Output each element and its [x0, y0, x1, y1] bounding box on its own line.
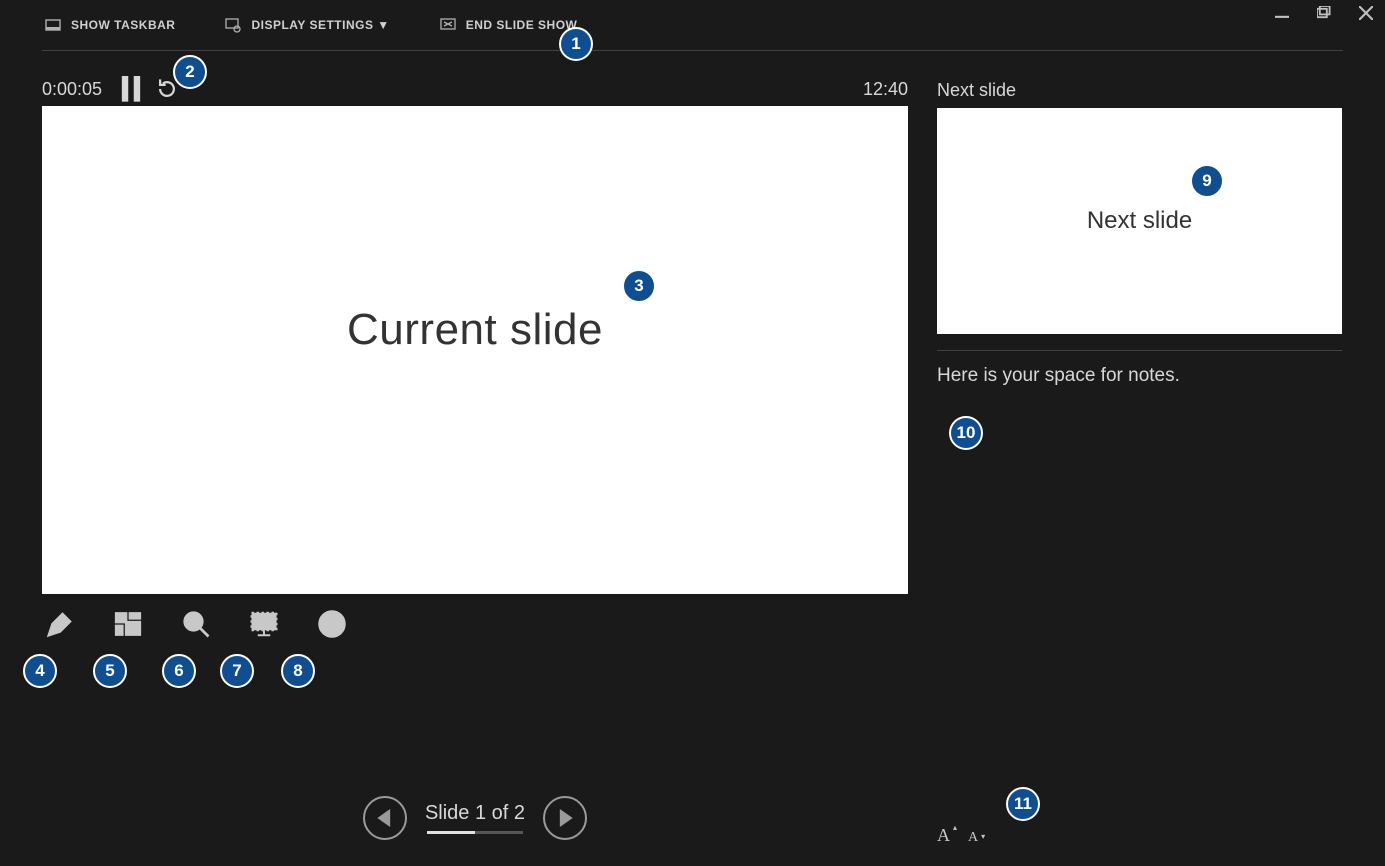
presenter-tools — [42, 606, 350, 642]
side-divider — [937, 350, 1342, 351]
next-slide-button[interactable] — [543, 796, 587, 840]
black-screen-button[interactable] — [246, 606, 282, 642]
previous-slide-button[interactable] — [363, 796, 407, 840]
slide-progress-fill — [427, 831, 475, 834]
more-options-button[interactable] — [314, 606, 350, 642]
end-slide-show-label: END SLIDE SHOW — [466, 18, 578, 32]
timer-row: 0:00:05 12:40 — [42, 78, 908, 100]
annotation-badge-4: 4 — [23, 654, 57, 688]
display-settings-label: DISPLAY SETTINGS ▼ — [251, 18, 389, 32]
notes-text-size-controls: A A — [937, 825, 978, 846]
elapsed-time: 0:00:05 — [42, 79, 102, 100]
annotation-badge-5: 5 — [93, 654, 127, 688]
restart-timer-button[interactable] — [156, 78, 178, 100]
notes-area[interactable]: Here is your space for notes. — [937, 365, 1342, 387]
toolbar-divider — [42, 50, 1343, 51]
slide-counter: Slide 1 of 2 — [425, 802, 525, 825]
top-toolbar: SHOW TASKBAR DISPLAY SETTINGS ▼ END SLID… — [0, 0, 1385, 50]
annotation-badge-10: 10 — [949, 416, 983, 450]
current-slide-title: Current slide — [347, 305, 603, 355]
zoom-button[interactable] — [178, 606, 214, 642]
see-all-slides-button[interactable] — [110, 606, 146, 642]
notes-text: Here is your space for notes. — [937, 365, 1180, 386]
current-slide-preview[interactable]: Current slide — [42, 106, 908, 594]
slide-counter-wrap: Slide 1 of 2 — [425, 802, 525, 834]
show-taskbar-button[interactable]: SHOW TASKBAR — [45, 17, 175, 33]
show-taskbar-label: SHOW TASKBAR — [71, 18, 175, 32]
annotation-badge-7: 7 — [220, 654, 254, 688]
annotation-badge-8: 8 — [281, 654, 315, 688]
decrease-text-size-button[interactable]: A — [968, 830, 978, 846]
annotation-badge-11: 11 — [1006, 787, 1040, 821]
increase-text-size-button[interactable]: A — [937, 825, 950, 846]
display-settings-button[interactable]: DISPLAY SETTINGS ▼ — [225, 17, 389, 33]
next-slide-preview[interactable]: Next slide — [937, 108, 1342, 334]
pen-tool-button[interactable] — [42, 606, 78, 642]
end-slide-show-button[interactable]: END SLIDE SHOW — [440, 17, 578, 33]
annotation-badge-6: 6 — [162, 654, 196, 688]
pause-button[interactable] — [120, 78, 142, 100]
next-slide-label: Next slide — [937, 80, 1016, 101]
slide-progress — [427, 831, 523, 834]
clock-time: 12:40 — [863, 79, 908, 100]
next-slide-title: Next slide — [1087, 207, 1192, 235]
slide-navigation: Slide 1 of 2 — [42, 796, 908, 840]
